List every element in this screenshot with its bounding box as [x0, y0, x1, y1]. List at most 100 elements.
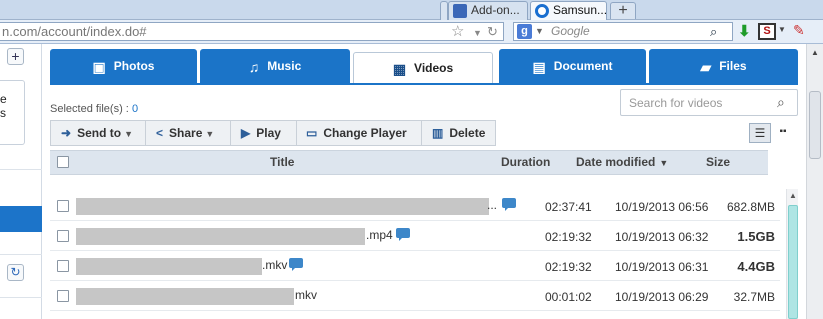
send-to-button[interactable]: ➜ Send to ▼ — [51, 121, 146, 145]
view-toggle: ☰ ▪▪ — [749, 123, 794, 143]
folder-icon: ▰ — [700, 58, 712, 75]
row-size: 32.7MB — [733, 290, 775, 304]
reload-icon[interactable]: ↻ — [487, 23, 498, 40]
samsung-icon — [535, 4, 549, 18]
arrow-right-icon: ➜ — [61, 126, 72, 140]
delete-label: Delete — [449, 126, 486, 140]
row-duration: 02:37:41 — [545, 200, 592, 214]
browser-tab-partial[interactable] — [440, 1, 448, 20]
browser-search-box[interactable]: g ▼ Google ⌕ — [513, 22, 733, 41]
search-placeholder: Google — [551, 24, 590, 38]
share-label: Share — [169, 126, 203, 140]
row-size: 682.8MB — [727, 200, 776, 214]
search-engine-dropdown-icon[interactable]: ▼ — [535, 23, 544, 40]
video-search-input[interactable]: Search for videos ⌕ — [620, 89, 798, 116]
share-button[interactable]: < Share ▼ — [146, 121, 231, 145]
column-date-modified[interactable]: Date modified ▼ — [576, 155, 668, 169]
google-icon[interactable]: g — [517, 24, 532, 39]
browser-tab-addons[interactable]: Add-on... — [448, 1, 528, 20]
action-toolbar: ➜ Send to ▼ < Share ▼ ▶ Play ▭ Change Player ▥… — [50, 120, 496, 146]
send-to-label: Send to — [77, 126, 122, 140]
select-all-checkbox[interactable] — [57, 156, 69, 168]
bookmark-star-icon[interactable]: ☆ — [451, 23, 464, 40]
row-checkbox[interactable] — [57, 230, 69, 242]
redacted-filename — [76, 198, 489, 215]
browser-tab-label: Samsun... — [553, 3, 607, 17]
tab-label: Document — [553, 59, 613, 73]
comment-icon[interactable] — [289, 258, 303, 271]
addon-s-icon[interactable]: S — [758, 23, 776, 40]
puzzle-icon — [453, 4, 467, 18]
add-button[interactable]: + — [7, 48, 24, 65]
browser-tab-strip: Add-on... Samsun... + — [0, 0, 823, 20]
sidebar-item-selected[interactable] — [0, 206, 42, 232]
redacted-filename — [76, 288, 294, 305]
list-scrollbar[interactable]: ▲ — [786, 189, 798, 319]
tab-photos[interactable]: ▣ Photos — [50, 49, 197, 83]
tab-videos[interactable]: ▦ Videos — [353, 52, 493, 83]
column-duration[interactable]: Duration — [501, 155, 550, 169]
browser-tab-samsung[interactable]: Samsun... — [530, 1, 607, 20]
refresh-button[interactable]: ↻ — [7, 264, 24, 281]
document-icon: ▤ — [532, 58, 546, 75]
sidebar-text-fragment: e — [0, 92, 7, 106]
scroll-up-icon[interactable]: ▲ — [787, 189, 799, 203]
row-size: 4.4GB — [737, 259, 775, 274]
table-row[interactable]: .mp4 02:19:32 10/19/2013 06:32 1.5GB — [50, 222, 780, 251]
play-button[interactable]: ▶ Play — [231, 121, 297, 145]
row-checkbox[interactable] — [57, 200, 69, 212]
tab-underline — [50, 83, 798, 85]
change-player-button[interactable]: ▭ Change Player — [297, 121, 422, 145]
list-view-icon[interactable]: ☰ — [749, 123, 771, 143]
tab-label: Photos — [113, 59, 155, 73]
download-arrow-icon[interactable]: ⬇ — [738, 22, 751, 40]
new-tab-button[interactable]: + — [610, 2, 636, 19]
tab-music[interactable]: ♫ Music — [200, 49, 350, 83]
column-date-label: Date modified — [576, 155, 656, 169]
tab-files[interactable]: ▰ Files — [649, 49, 798, 83]
row-checkbox[interactable] — [57, 260, 69, 272]
redacted-filename — [76, 228, 365, 245]
file-extension: mkv — [295, 288, 317, 302]
chevron-down-icon: ▼ — [124, 129, 133, 139]
row-size: 1.5GB — [737, 229, 775, 244]
tools-icon[interactable]: ✎ — [793, 22, 805, 39]
search-icon[interactable]: ⌕ — [710, 23, 717, 40]
change-player-label: Change Player — [323, 126, 407, 140]
search-icon[interactable]: ⌕ — [777, 94, 785, 111]
tab-label: Files — [719, 59, 747, 73]
row-date: 10/19/2013 06:56 — [615, 200, 709, 214]
url-dropdown-icon[interactable]: ▼ — [473, 25, 482, 40]
browser-nav-bar: n.com/account/index.do# ☆ ▼ ↻ g ▼ Google… — [0, 20, 823, 44]
row-duration: 02:19:32 — [545, 260, 592, 274]
tab-document[interactable]: ▤ Document — [499, 49, 646, 83]
comment-icon[interactable] — [502, 198, 516, 211]
scrollbar-thumb[interactable] — [788, 205, 798, 319]
sort-desc-icon: ▼ — [659, 158, 669, 168]
table-row[interactable]: ... 02:37:41 10/19/2013 06:56 682.8MB — [50, 192, 780, 221]
file-extension: .mkv — [262, 258, 288, 272]
divider — [0, 254, 42, 255]
delete-button[interactable]: ▥ Delete — [422, 121, 496, 145]
tab-label: Videos — [414, 61, 454, 75]
comment-icon[interactable] — [396, 228, 410, 241]
divider — [0, 169, 42, 170]
grid-view-icon[interactable]: ▪▪ — [773, 123, 793, 143]
scrollbar-thumb[interactable] — [809, 91, 821, 159]
photo-icon: ▣ — [92, 58, 106, 75]
url-bar[interactable]: n.com/account/index.do# ☆ ▼ ↻ — [0, 22, 504, 41]
trash-icon: ▥ — [432, 126, 444, 140]
play-icon: ▶ — [241, 126, 251, 140]
scroll-up-icon[interactable]: ▲ — [808, 46, 822, 60]
page-scrollbar[interactable]: ▲ — [806, 44, 823, 319]
selected-files-info: Selected file(s) : 0 — [50, 103, 138, 115]
selected-files-label: Selected file(s) : — [50, 103, 129, 115]
addon-dropdown-icon[interactable]: ▼ — [778, 25, 786, 34]
share-icon: < — [156, 126, 164, 140]
column-size[interactable]: Size — [706, 155, 730, 169]
table-row[interactable]: mkv 00:01:02 10/19/2013 06:29 32.7MB — [50, 282, 780, 311]
table-row[interactable]: .mkv 02:19:32 10/19/2013 06:31 4.4GB — [50, 252, 780, 281]
player-icon: ▭ — [306, 126, 318, 140]
row-checkbox[interactable] — [57, 290, 69, 302]
column-title[interactable]: Title — [270, 155, 294, 169]
